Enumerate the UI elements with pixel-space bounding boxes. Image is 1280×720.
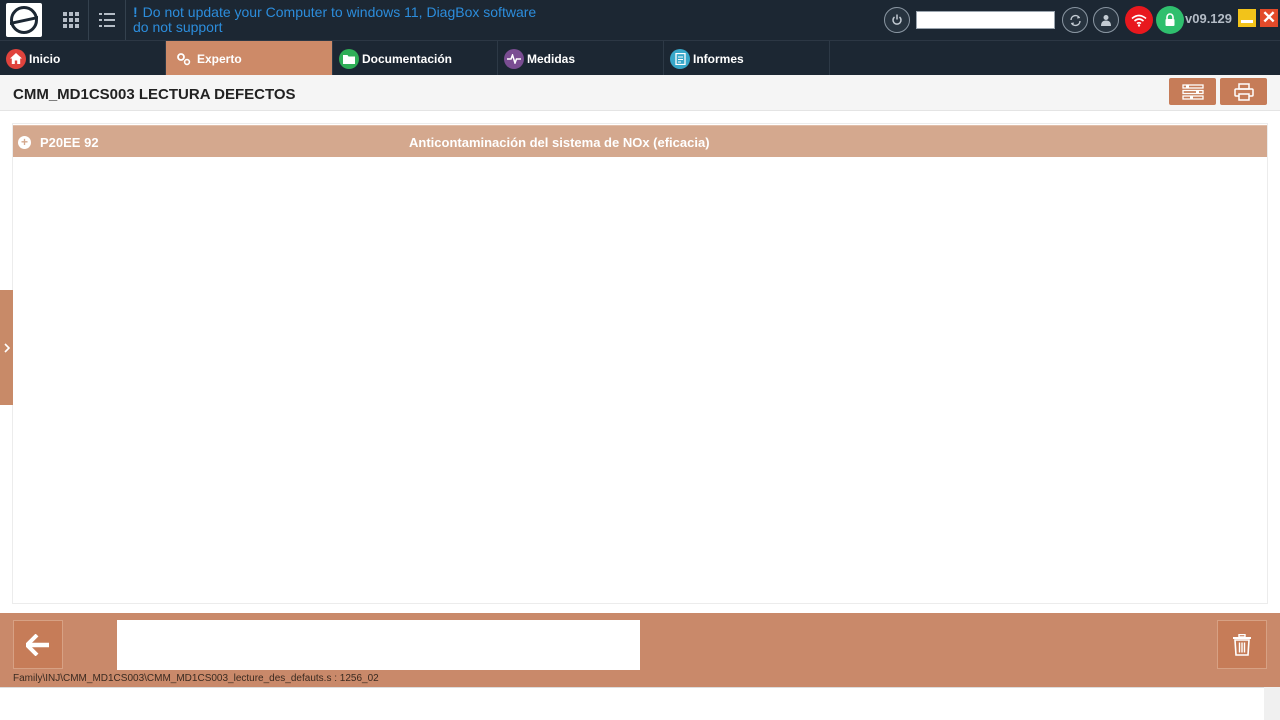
search-input[interactable] <box>916 11 1055 29</box>
user-icon <box>1101 15 1111 26</box>
tab-experto[interactable]: Experto <box>166 41 333 76</box>
close-button[interactable]: ✕ <box>1260 9 1278 27</box>
lock-status-button[interactable] <box>1156 6 1184 34</box>
status-bar <box>0 687 1264 720</box>
side-panel-toggle[interactable] <box>0 290 13 405</box>
version-label: v09.129 <box>1185 11 1232 26</box>
folder-icon <box>339 48 359 69</box>
tab-label: Informes <box>693 51 744 66</box>
user-button[interactable] <box>1093 7 1119 33</box>
print-button[interactable] <box>1220 78 1267 105</box>
gears-icon <box>174 49 194 69</box>
minimize-button[interactable] <box>1238 9 1256 27</box>
lock-icon <box>1165 13 1175 26</box>
divider <box>125 0 126 40</box>
warning-text: Do not update your Computer to windows 1… <box>133 4 537 35</box>
main-navigation: Inicio Experto Documentación Medidas Inf… <box>0 40 1280 76</box>
printer-icon <box>1233 82 1254 101</box>
fault-code: P20EE 92 <box>40 135 99 150</box>
list-icon[interactable] <box>95 8 119 32</box>
chevron-right-icon <box>3 342 10 353</box>
power-icon <box>892 14 902 25</box>
arrow-left-icon <box>26 633 49 656</box>
tab-label: Medidas <box>527 51 576 66</box>
divider <box>88 0 89 40</box>
refresh-icon <box>1069 14 1081 26</box>
tab-documentacion[interactable]: Documentación <box>333 41 498 76</box>
tab-label: Inicio <box>29 51 61 66</box>
opel-logo-icon <box>10 6 38 34</box>
pulse-icon <box>504 48 524 69</box>
footer-input[interactable] <box>117 620 640 670</box>
page-title: CMM_MD1CS003 LECTURA DEFECTOS <box>13 86 296 103</box>
expand-plus-icon[interactable]: + <box>18 136 31 149</box>
tab-informes[interactable]: Informes <box>664 41 830 76</box>
apps-grid-icon[interactable] <box>59 8 83 32</box>
tab-inicio[interactable]: Inicio <box>0 41 166 76</box>
list-settings-icon <box>1181 83 1204 100</box>
footer-bar: Family\INJ\CMM_MD1CS003\CMM_MD1CS003_lec… <box>0 613 1280 687</box>
trash-icon <box>1233 633 1251 656</box>
page-header: CMM_MD1CS003 LECTURA DEFECTOS <box>0 75 1280 111</box>
delete-button[interactable] <box>1217 620 1267 669</box>
scrollbar-corner <box>1264 687 1280 720</box>
wifi-status-button[interactable] <box>1125 6 1153 34</box>
top-bar: ! Do not update your Computer to windows … <box>0 0 1280 40</box>
tab-label: Experto <box>197 51 242 66</box>
tab-medidas[interactable]: Medidas <box>498 41 664 76</box>
refresh-button[interactable] <box>1062 7 1088 33</box>
fault-description: Anticontaminación del sistema de NOx (ef… <box>409 135 710 150</box>
power-button[interactable] <box>884 7 910 33</box>
wifi-icon <box>1131 14 1147 27</box>
script-path: Family\INJ\CMM_MD1CS003\CMM_MD1CS003_lec… <box>13 673 379 684</box>
fault-list: + P20EE 92 Anticontaminación del sistema… <box>12 123 1268 604</box>
update-warning-message: ! Do not update your Computer to windows … <box>133 5 553 35</box>
brand-logo[interactable] <box>6 3 42 37</box>
home-icon <box>6 48 26 69</box>
report-icon <box>670 48 690 69</box>
back-button[interactable] <box>13 620 63 669</box>
warning-exclamation-icon: ! <box>133 4 138 20</box>
options-button[interactable] <box>1169 78 1216 105</box>
fault-row[interactable]: + P20EE 92 Anticontaminación del sistema… <box>13 125 1267 157</box>
tab-label: Documentación <box>362 51 453 66</box>
